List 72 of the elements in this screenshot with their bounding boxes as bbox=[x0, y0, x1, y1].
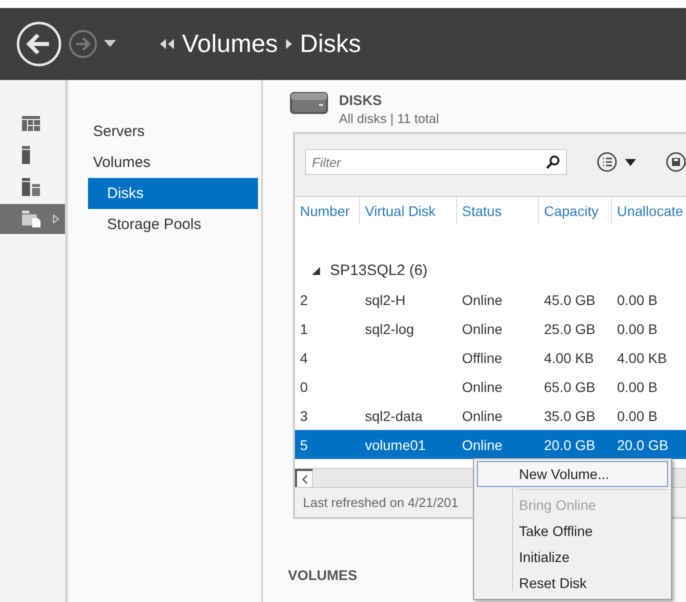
table-cell: 1 bbox=[300, 320, 308, 336]
column-header[interactable]: Capacity bbox=[539, 197, 612, 224]
table-cell: 2 bbox=[300, 292, 308, 308]
table-cell: Offline bbox=[462, 350, 502, 366]
history-dropdown-button[interactable] bbox=[104, 40, 116, 48]
disk-drive-icon bbox=[290, 92, 328, 114]
table-cell: sql2-H bbox=[365, 292, 406, 308]
column-header[interactable]: Virtual Disk bbox=[360, 197, 457, 224]
table-cell: 4.00 KB bbox=[617, 350, 667, 366]
list-view-button[interactable] bbox=[597, 152, 636, 172]
breadcrumb-link[interactable]: Disks bbox=[300, 30, 361, 58]
section-title: DISKS bbox=[339, 92, 383, 108]
separator-arrow-icon bbox=[286, 39, 292, 49]
scroll-left-button[interactable] bbox=[295, 469, 313, 487]
group-label: SP13SQL2 (6) bbox=[330, 262, 428, 279]
table-cell: 25.0 GB bbox=[544, 320, 596, 336]
column-header[interactable]: Unallocate bbox=[612, 197, 686, 224]
table-cell: 65.0 GB bbox=[544, 378, 596, 394]
table-cell: 0.00 B bbox=[617, 408, 658, 424]
table-cell: Online bbox=[462, 378, 502, 394]
table-cell: 3 bbox=[300, 408, 308, 424]
table-cell: sql2-data bbox=[365, 408, 423, 424]
menu-item[interactable]: Reset Disk bbox=[477, 570, 668, 596]
menu-item[interactable]: New Volume... bbox=[477, 461, 668, 487]
table-cell: volume01 bbox=[365, 436, 426, 452]
menu-item[interactable]: Take Offline bbox=[477, 518, 668, 544]
section-subtitle: All disks | 11 total bbox=[339, 111, 439, 126]
nav-item[interactable]: Volumes bbox=[68, 147, 258, 178]
table-cell: 35.0 GB bbox=[544, 408, 596, 424]
save-button[interactable] bbox=[666, 152, 686, 172]
nav-item[interactable]: Storage Pools bbox=[88, 209, 258, 240]
volumes-icon bbox=[22, 178, 40, 196]
back-button[interactable] bbox=[16, 21, 62, 67]
table-cell: 4.00 KB bbox=[544, 350, 594, 366]
column-header[interactable]: Status bbox=[457, 197, 539, 224]
table-cell: Online bbox=[462, 408, 502, 424]
table-row[interactable]: 4 Offline 4.00 KB 4.00 KB bbox=[295, 343, 686, 372]
table-row[interactable]: 2 sql2-H Online 45.0 GB 0.00 B bbox=[295, 285, 686, 314]
dropdown-caret-icon bbox=[625, 158, 636, 166]
table-cell: 20.0 GB bbox=[617, 436, 668, 452]
table-cell: Online bbox=[462, 436, 502, 452]
disks-icon bbox=[22, 210, 41, 228]
chevron-icon bbox=[160, 39, 174, 49]
collapse-triangle-icon[interactable] bbox=[312, 266, 320, 274]
table-cell: 20.0 GB bbox=[544, 436, 596, 452]
table-cell: 0 bbox=[300, 378, 308, 394]
chevron-left-icon bbox=[302, 474, 308, 484]
table-cell: 0.00 B bbox=[617, 320, 658, 336]
table-row[interactable]: 3 sql2-data Online 35.0 GB 0.00 B bbox=[295, 401, 686, 430]
table-cell: 4 bbox=[300, 350, 308, 366]
filter-field[interactable]: Filter bbox=[305, 149, 567, 175]
nav-item[interactable]: Disks bbox=[88, 178, 258, 209]
table-cell: sql2-log bbox=[365, 320, 414, 336]
table-cell: 45.0 GB bbox=[544, 292, 596, 308]
server-icon bbox=[22, 146, 30, 164]
table-cell: Online bbox=[462, 320, 502, 336]
expand-arrow-icon bbox=[52, 214, 59, 224]
table-cell: 0.00 B bbox=[617, 292, 658, 308]
table-cell: Online bbox=[462, 292, 502, 308]
breadcrumb-link[interactable]: Volumes bbox=[182, 30, 278, 58]
search-icon bbox=[546, 155, 560, 169]
table-cell: 0.00 B bbox=[617, 378, 658, 394]
table-row[interactable]: 5 volume01 Online 20.0 GB 20.0 GB bbox=[295, 430, 686, 459]
table-cell: 5 bbox=[300, 436, 308, 452]
column-header[interactable]: Number bbox=[295, 197, 360, 224]
table-icon bbox=[22, 116, 40, 130]
menu-item[interactable]: Initialize bbox=[477, 544, 668, 570]
status-text: Last refreshed on 4/21/201 bbox=[303, 495, 458, 510]
table-row[interactable]: 1 sql2-log Online 25.0 GB 0.00 B bbox=[295, 314, 686, 343]
rail-item[interactable] bbox=[0, 204, 65, 234]
nav-item[interactable]: Servers bbox=[68, 116, 258, 147]
table-row[interactable]: 0 Online 65.0 GB 0.00 B bbox=[295, 372, 686, 401]
